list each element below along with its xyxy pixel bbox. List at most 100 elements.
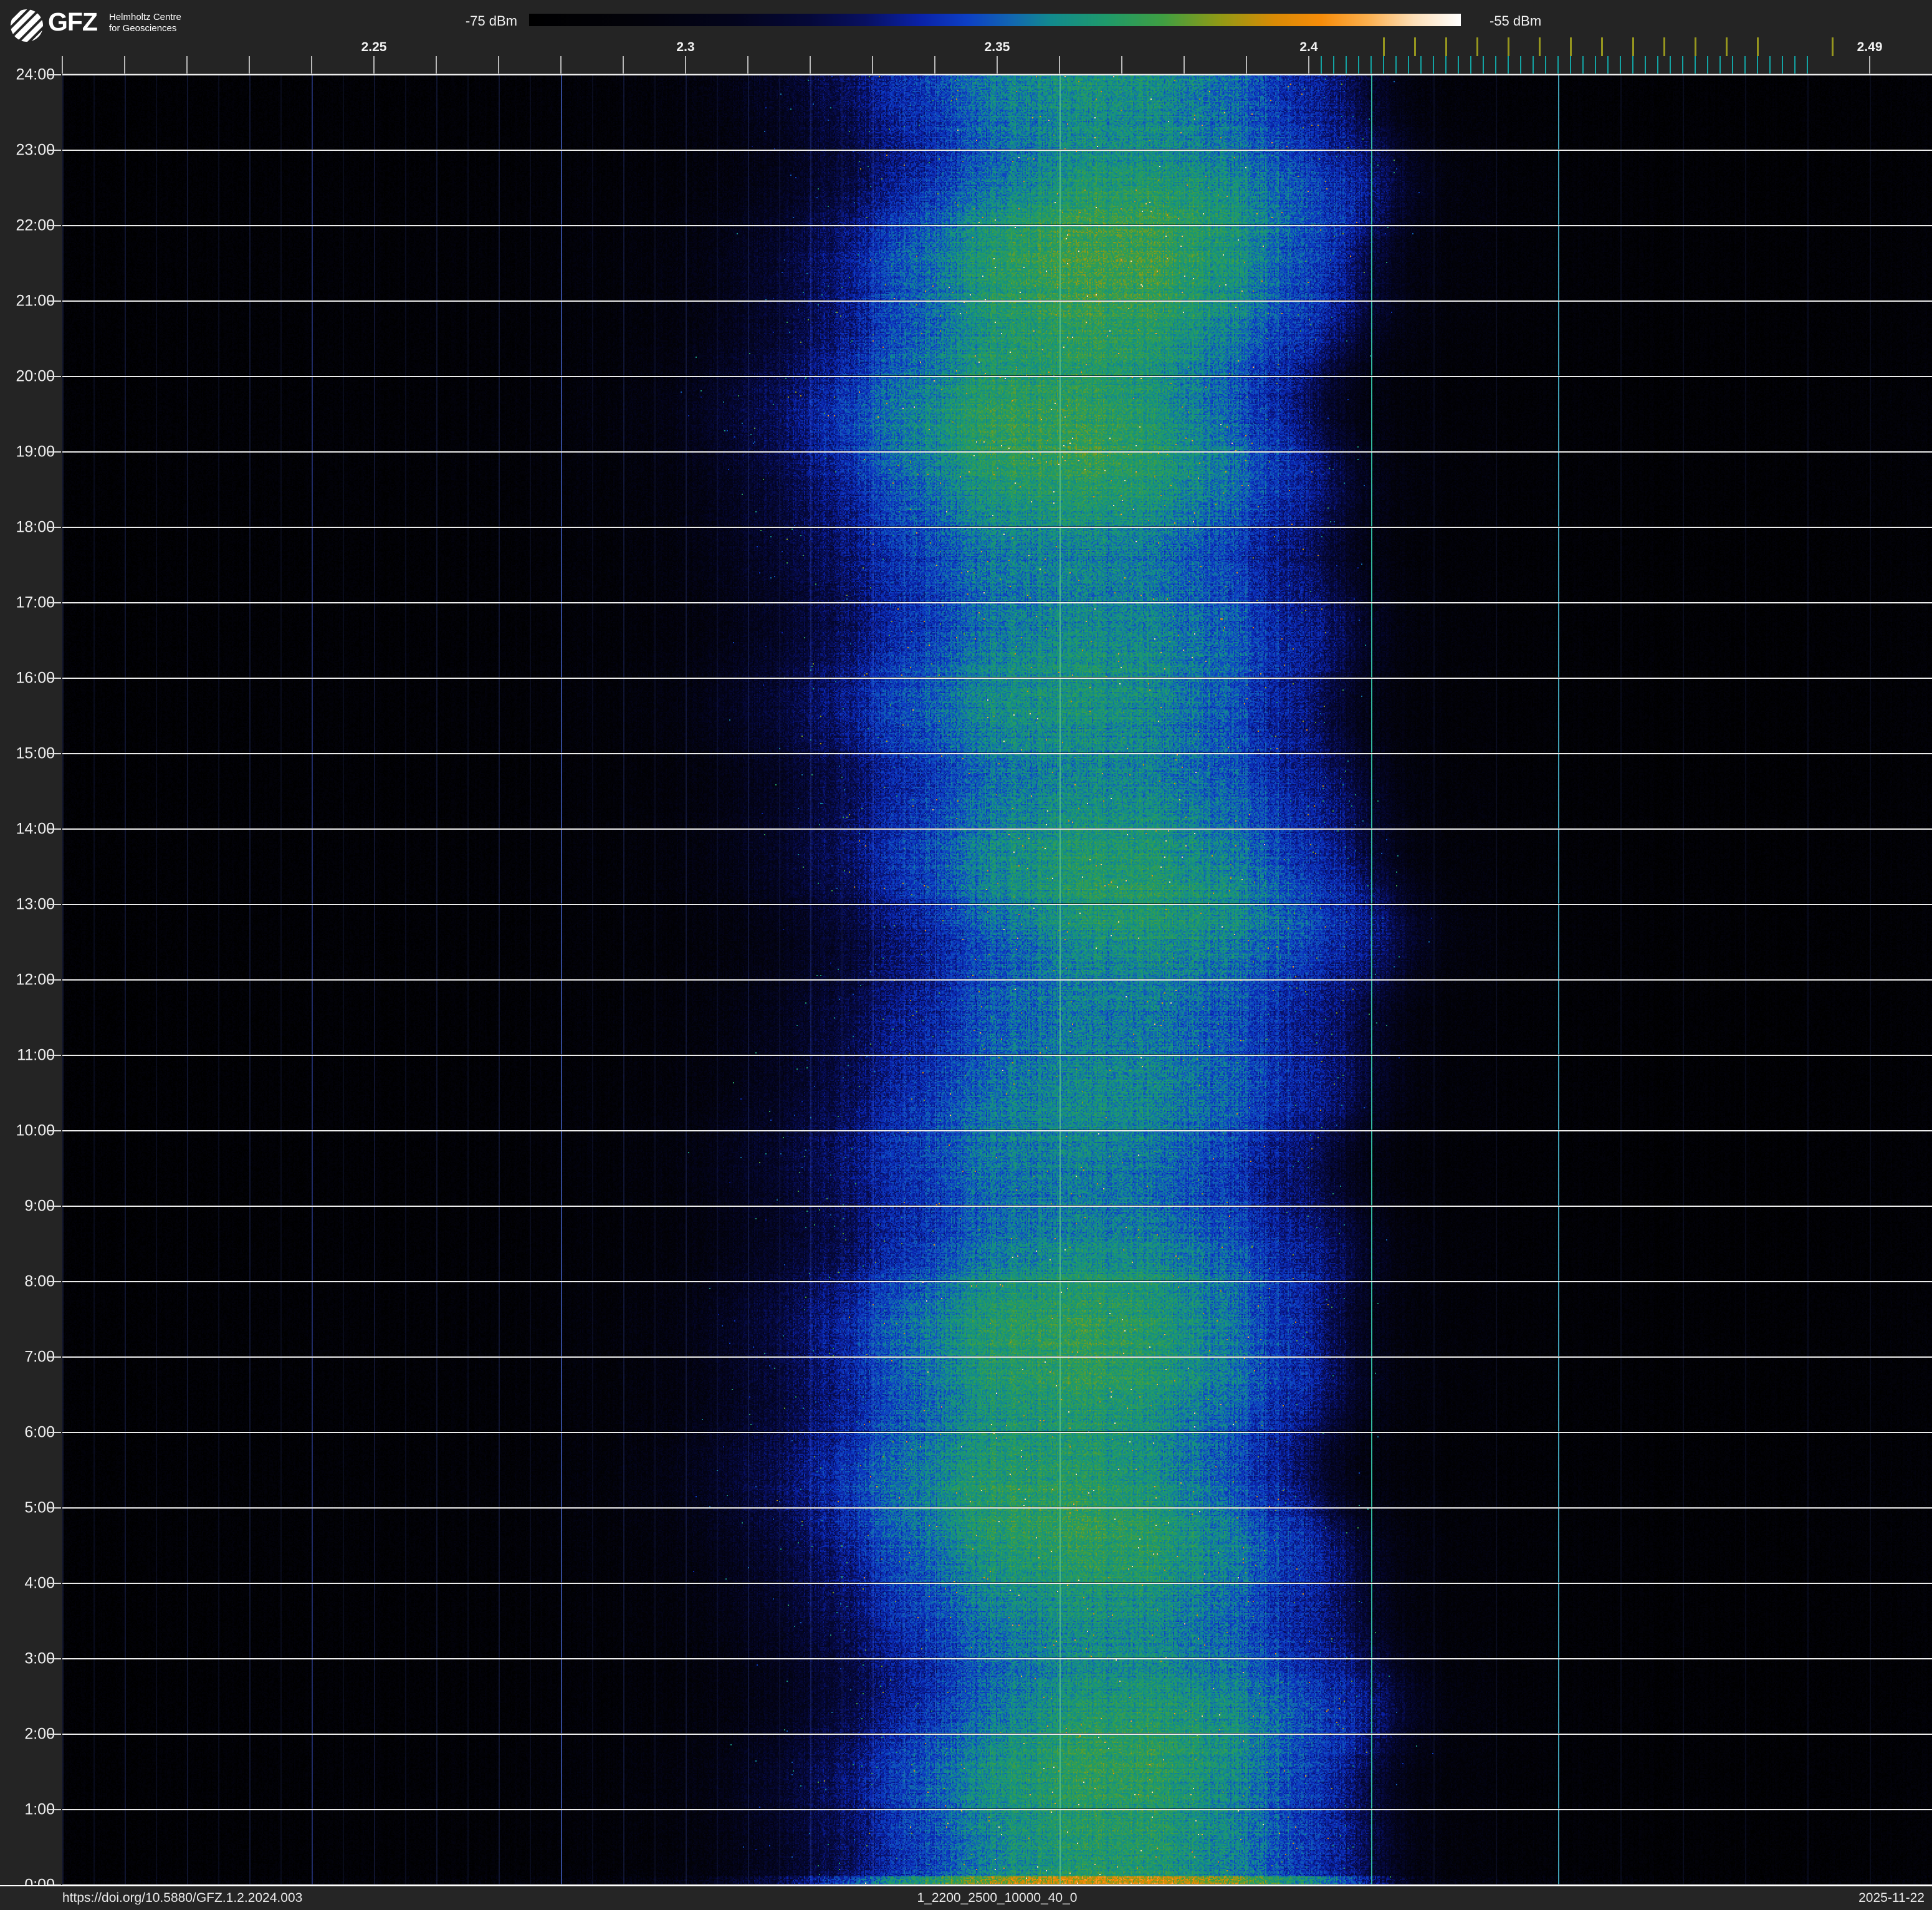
ble-channel-tick <box>1757 56 1758 74</box>
hour-axis-label: 1:00 <box>0 1801 55 1819</box>
freq-minor-tick <box>1246 56 1247 74</box>
hour-axis-tick <box>47 1507 61 1509</box>
wifi-channel-tick <box>1601 37 1603 56</box>
hour-axis-tick <box>47 1432 61 1433</box>
colorbar-gradient <box>529 14 1461 26</box>
freq-minor-tick <box>560 56 562 74</box>
hour-gridline <box>62 451 1932 453</box>
hour-axis-tick <box>47 1809 61 1810</box>
wifi-channel-tick <box>1695 37 1696 56</box>
hour-axis-label: 23:00 <box>0 142 55 160</box>
hour-axis-tick <box>47 1281 61 1282</box>
hour-axis-label: 12:00 <box>0 971 55 989</box>
wifi-channel-tick <box>1757 37 1759 56</box>
freq-minor-tick <box>249 56 250 74</box>
hour-gridline <box>62 1356 1932 1358</box>
wifi-channel-tick <box>1445 37 1447 56</box>
hour-gridline <box>62 74 1932 75</box>
hour-gridline <box>62 1507 1932 1509</box>
ble-channel-tick <box>1744 56 1746 74</box>
wifi-channel-tick <box>1383 37 1385 56</box>
hour-axis-label: 19:00 <box>0 443 55 461</box>
hour-axis-tick <box>47 828 61 830</box>
hour-axis-label: 9:00 <box>0 1197 55 1216</box>
hour-gridline <box>62 150 1932 151</box>
hour-axis-tick <box>47 74 61 75</box>
hour-axis-label: 8:00 <box>0 1273 55 1291</box>
freq-minor-tick <box>186 56 188 74</box>
hour-gridline <box>62 1281 1932 1282</box>
hour-axis-label: 6:00 <box>0 1424 55 1442</box>
hour-gridline <box>62 1583 1932 1584</box>
hour-axis-label: 13:00 <box>0 896 55 914</box>
hour-axis-label: 14:00 <box>0 820 55 838</box>
hour-gridline <box>62 602 1932 603</box>
freq-minor-tick <box>62 56 63 74</box>
hour-gridline <box>62 225 1932 226</box>
freq-minor-tick <box>623 56 624 74</box>
freq-minor-tick <box>124 56 125 74</box>
wifi-channel-tick <box>1832 37 1834 56</box>
page: GFZ Helmholtz Centre for Geosciences -75… <box>0 0 1932 1910</box>
ble-channel-tick <box>1657 56 1658 74</box>
freq-minor-tick <box>1308 56 1309 74</box>
hour-axis-tick <box>47 904 61 905</box>
hour-gridline <box>62 904 1932 905</box>
wifi-channel-tick <box>1726 37 1728 56</box>
ble-channel-tick <box>1682 56 1683 74</box>
wifi-channel-tick <box>1414 37 1416 56</box>
ble-channel-tick <box>1346 56 1347 74</box>
freq-minor-tick <box>1869 56 1870 74</box>
hour-gridline <box>62 1809 1932 1810</box>
freq-minor-tick <box>1184 56 1185 74</box>
hour-axis-tick <box>47 979 61 981</box>
freq-minor-tick <box>997 56 998 74</box>
wifi-channel-tick <box>1632 37 1634 56</box>
freq-minor-tick <box>1059 56 1060 74</box>
gfz-logo-icon <box>10 9 44 42</box>
hour-axis-label: 21:00 <box>0 292 55 310</box>
ble-channel-tick <box>1383 56 1384 74</box>
hour-axis-label: 11:00 <box>0 1047 55 1065</box>
freq-axis-label: 2.4 <box>1299 40 1317 55</box>
hour-axis-tick <box>47 527 61 528</box>
ble-channel-tick <box>1595 56 1596 74</box>
colorbar-max-label: -55 dBm <box>1490 13 1541 29</box>
ble-channel-tick <box>1420 56 1422 74</box>
hour-axis-label: 7:00 <box>0 1348 55 1366</box>
ble-channel-tick <box>1670 56 1671 74</box>
hour-gridline <box>62 1658 1932 1659</box>
ble-channel-tick <box>1632 56 1633 74</box>
hour-axis-label: 2:00 <box>0 1725 55 1744</box>
hour-axis-tick <box>47 150 61 151</box>
ble-channel-tick <box>1794 56 1796 74</box>
freq-axis-label: 2.49 <box>1857 40 1883 55</box>
ble-channel-tick <box>1645 56 1646 74</box>
gfz-logo-name-line1: Helmholtz Centre <box>109 12 181 23</box>
freq-axis-label: 2.35 <box>985 40 1010 55</box>
hour-gridline <box>62 1432 1932 1433</box>
ble-channel-tick <box>1483 56 1484 74</box>
hour-gridline <box>62 1206 1932 1207</box>
hour-gridline <box>62 678 1932 679</box>
gfz-logo-name-line2: for Geosciences <box>109 23 181 34</box>
hour-gridline <box>62 1130 1932 1131</box>
gfz-logo-name: Helmholtz Centre for Geosciences <box>109 12 181 34</box>
hour-axis-tick <box>47 225 61 226</box>
ble-channel-tick <box>1557 56 1559 74</box>
hour-axis-label: 24:00 <box>0 66 55 84</box>
freq-minor-tick <box>685 56 686 74</box>
doi-text: https://doi.org/10.5880/GFZ.1.2.2024.003 <box>62 1891 302 1906</box>
freq-minor-tick <box>373 56 375 74</box>
hour-axis-tick <box>47 1734 61 1735</box>
hour-axis-tick <box>47 1206 61 1207</box>
ble-channel-tick <box>1545 56 1546 74</box>
wifi-channel-tick <box>1508 37 1509 56</box>
ble-channel-tick <box>1807 56 1808 74</box>
ble-channel-tick <box>1333 56 1334 74</box>
spectrogram-plot-area <box>62 75 1932 1885</box>
wifi-channel-tick <box>1570 37 1572 56</box>
ble-channel-tick <box>1695 56 1696 74</box>
ble-channel-tick <box>1620 56 1621 74</box>
freq-axis-label: 2.25 <box>361 40 387 55</box>
